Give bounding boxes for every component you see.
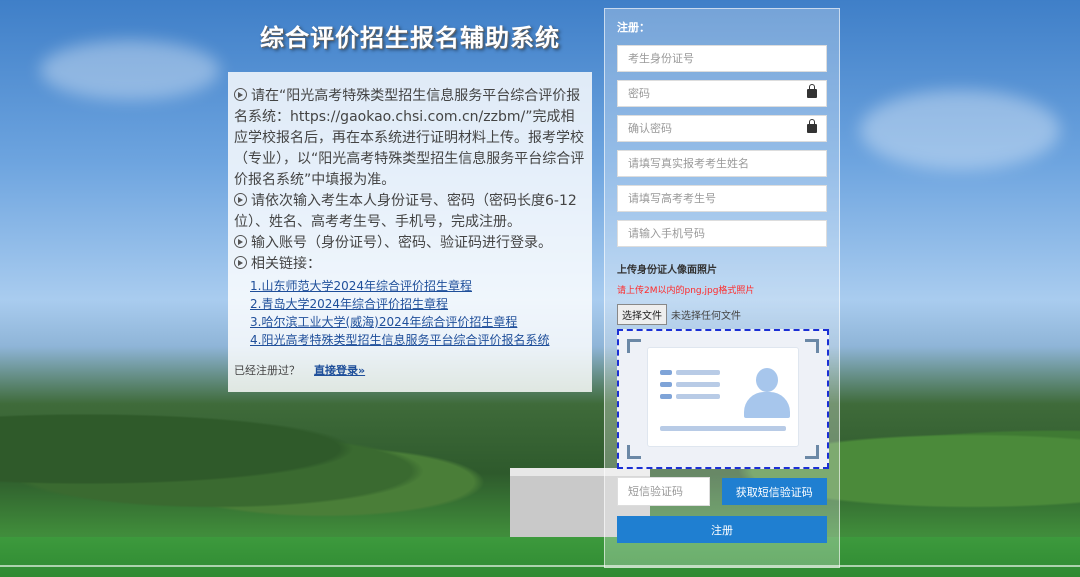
register-title: 注册：: [617, 21, 650, 34]
lock-icon: [807, 84, 817, 98]
frame-corner: [805, 445, 819, 459]
link-qdu[interactable]: 2.青岛大学2024年综合评价招生章程: [250, 295, 586, 313]
link-sdnu[interactable]: 1.山东师范大学2024年综合评价招生章程: [250, 277, 586, 295]
register-button[interactable]: 注册: [617, 516, 827, 543]
file-row: 选择文件 未选择任何文件: [617, 304, 827, 325]
id-field-box: [617, 45, 827, 72]
id-photo-preview[interactable]: [617, 329, 829, 469]
info-item-2: 请依次输入考生本人身份证号、密码（密码长度6-12位）、姓名、高考考生号、手机号…: [234, 193, 577, 230]
info-item-1: 请在“阳光高考特殊类型招生信息服务平台综合评价报名系统：https://gaok…: [234, 88, 585, 188]
info-panel: 请在“阳光高考特殊类型招生信息服务平台综合评价报名系统：https://gaok…: [228, 72, 592, 392]
password-field-box: [617, 80, 827, 107]
frame-corner: [805, 339, 819, 353]
confirm-field-box: [617, 115, 827, 142]
cloud: [860, 90, 1060, 170]
page-title: 综合评价招生报名辅助系统: [260, 24, 560, 52]
phone-input[interactable]: [618, 221, 826, 246]
related-links: 1.山东师范大学2024年综合评价招生章程 2.青岛大学2024年综合评价招生章…: [234, 277, 586, 349]
info-item-3: 输入账号（身份证号）、密码、验证码进行登录。: [234, 233, 586, 254]
exam-number-input[interactable]: [618, 186, 826, 211]
id-number-input[interactable]: [618, 46, 826, 71]
password-input[interactable]: [618, 81, 826, 106]
id-card-illustration: [647, 347, 799, 447]
confirm-password-input[interactable]: [618, 116, 826, 141]
circle-arrow-icon: [234, 193, 247, 206]
link-chsi[interactable]: 4.阳光高考特殊类型招生信息服务平台综合评价报名系统: [250, 331, 586, 349]
circle-arrow-icon: [234, 88, 247, 101]
frame-corner: [627, 339, 641, 353]
exam-no-field-box: [617, 185, 827, 212]
file-status: 未选择任何文件: [671, 311, 741, 322]
register-panel: 注册： 上传身份证人像面照片 请上传2M以内的png,jpg格式照片 选择文件 …: [604, 8, 840, 568]
choose-file-button[interactable]: 选择文件: [617, 304, 667, 325]
upload-tip: 请上传2M以内的png,jpg格式照片: [617, 286, 755, 296]
circle-arrow-icon: [234, 235, 247, 248]
background-field: [0, 537, 1080, 577]
already-registered: 已经注册过？ 直接登录»: [234, 364, 366, 377]
circle-arrow-icon: [234, 256, 247, 269]
link-hitwh[interactable]: 3.哈尔滨工业大学(威海)2024年综合评价招生章程: [250, 313, 586, 331]
info-item-4: 相关链接：: [234, 254, 586, 275]
cloud: [40, 40, 220, 100]
sms-field-box: [617, 477, 710, 506]
name-input[interactable]: [618, 151, 826, 176]
phone-field-box: [617, 220, 827, 247]
sms-row: 获取短信验证码: [617, 477, 827, 506]
frame-corner: [627, 445, 641, 459]
lock-icon: [807, 119, 817, 133]
avatar-icon: [756, 368, 778, 392]
upload-label: 上传身份证人像面照片: [617, 265, 717, 276]
sms-code-input[interactable]: [618, 478, 709, 505]
get-sms-code-button[interactable]: 获取短信验证码: [721, 478, 827, 505]
name-field-box: [617, 150, 827, 177]
login-link[interactable]: 直接登录»: [314, 364, 365, 377]
